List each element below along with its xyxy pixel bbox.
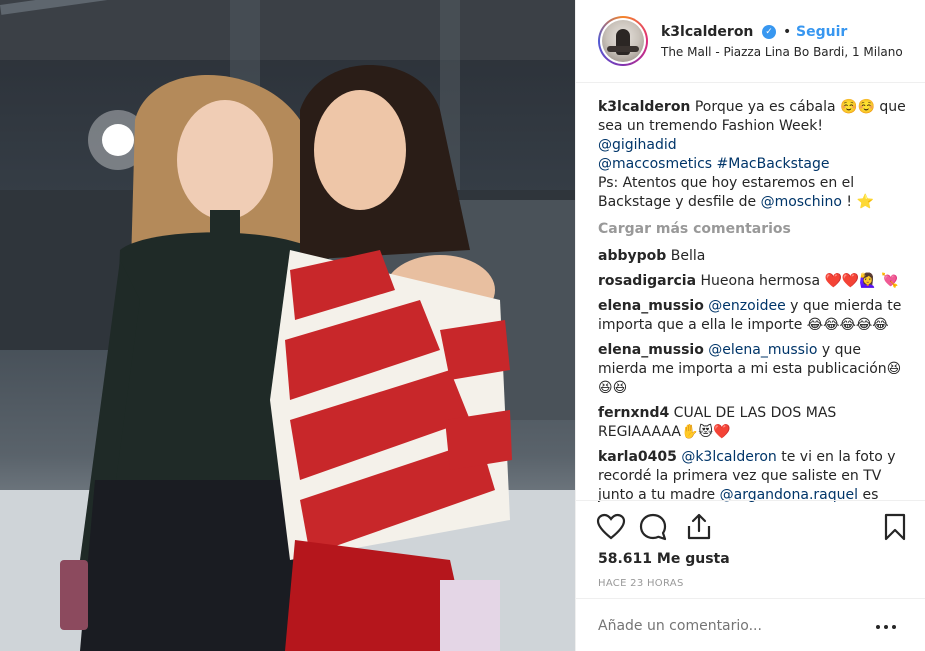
more-options-icon[interactable] <box>874 620 898 634</box>
comment-username[interactable]: karla0405 <box>598 449 677 465</box>
caption-mention[interactable]: @maccosmetics <box>598 156 712 172</box>
caption-username[interactable]: k3lcalderon <box>598 99 690 115</box>
heart-icon[interactable] <box>596 512 626 542</box>
avatar-figure-leg <box>607 46 639 52</box>
caption-mention-line-2: @maccosmetics #MacBackstage <box>598 155 908 174</box>
comment: karla0405 @k3lcalderon te vi en la foto … <box>598 448 908 505</box>
caption-hashtag[interactable]: #MacBackstage <box>717 156 830 172</box>
comment-mention[interactable]: @k3lcalderon <box>681 449 776 465</box>
header-username[interactable]: k3lcalderon <box>661 24 753 40</box>
more-dot <box>884 625 888 629</box>
add-comment-input[interactable] <box>598 618 868 634</box>
comments-list[interactable]: k3lcalderon Porque ya es cábala ☺️☺️ que… <box>598 98 908 505</box>
comment: elena_mussio @enzoidee y que mierda te i… <box>598 297 908 335</box>
post-photo-illustration <box>0 0 575 651</box>
divider <box>576 598 925 599</box>
verified-badge-icon: ✓ <box>762 25 776 39</box>
caption-mention-line-1: @gigihadid <box>598 136 908 155</box>
comment: abbypob Bella <box>598 247 908 266</box>
comment: elena_mussio @elena_mussio y que mierda … <box>598 341 908 398</box>
avatar-image <box>602 20 644 62</box>
follow-button[interactable]: Seguir <box>796 24 847 40</box>
comment-icon[interactable] <box>638 512 668 542</box>
comment-username[interactable]: elena_mussio <box>598 342 704 358</box>
divider <box>576 500 925 501</box>
header-separator: • <box>783 24 792 40</box>
caption-mention[interactable]: @moschino <box>761 194 842 210</box>
more-dot <box>892 625 896 629</box>
caption-closing-line: Ps: Atentos que hoy estaremos en el Back… <box>598 174 908 212</box>
comment-text: Bella <box>670 248 706 264</box>
profile-avatar[interactable] <box>598 16 648 66</box>
instagram-post: k3lcalderon ✓ • Seguir The Mall - Piazza… <box>0 0 925 651</box>
comment-username[interactable]: elena_mussio <box>598 298 704 314</box>
bookmark-icon[interactable] <box>880 512 910 542</box>
likes-count[interactable]: 58.611 Me gusta <box>598 551 730 567</box>
comment-mention[interactable]: @elena_mussio <box>708 342 817 358</box>
comment: fernxnd4 CUAL DE LAS DOS MAS REGIAAAAA✋😻… <box>598 404 908 442</box>
post-actions <box>596 512 910 544</box>
load-more-comments-button[interactable]: Cargar más comentarios <box>598 220 908 239</box>
post-location[interactable]: The Mall - Piazza Lina Bo Bardi, 1 Milan… <box>661 45 903 59</box>
avatar-frame <box>600 18 646 64</box>
comment-mention[interactable]: @enzoidee <box>708 298 785 314</box>
more-dot <box>876 625 880 629</box>
post-timestamp[interactable]: HACE 23 HORAS <box>598 578 684 589</box>
caption-text: ! ⭐ <box>841 194 874 210</box>
share-icon[interactable] <box>684 512 714 542</box>
comment-text: Hueona hermosa ❤️❤️🙋‍♀️ 💘 <box>700 273 899 289</box>
comment-username[interactable]: abbypob <box>598 248 666 264</box>
post-header: k3lcalderon ✓ • Seguir The Mall - Piazza… <box>576 0 925 83</box>
comment: rosadigarcia Hueona hermosa ❤️❤️🙋‍♀️ 💘 <box>598 272 908 291</box>
post-side-panel: k3lcalderon ✓ • Seguir The Mall - Piazza… <box>575 0 925 651</box>
comment-username[interactable]: fernxnd4 <box>598 405 669 421</box>
comment-username[interactable]: rosadigarcia <box>598 273 696 289</box>
post-caption: k3lcalderon Porque ya es cábala ☺️☺️ que… <box>598 98 908 212</box>
post-photo[interactable] <box>0 0 575 651</box>
caption-mention[interactable]: @gigihadid <box>598 137 677 153</box>
